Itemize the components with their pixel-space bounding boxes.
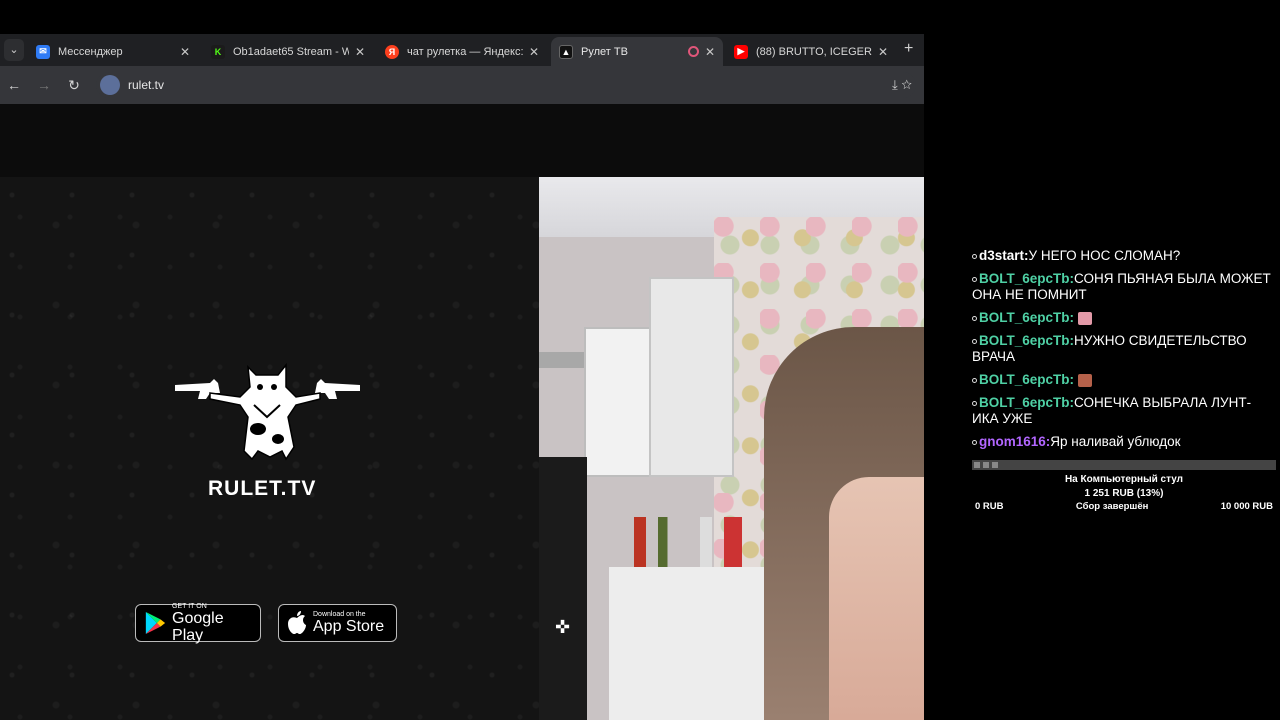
donation-min: 0 RUB (975, 501, 1004, 512)
address-bar[interactable]: rulet.tv ⤓ ☆ (96, 72, 916, 98)
bullet-icon (972, 315, 977, 321)
bullet-icon (972, 253, 977, 259)
donation-bar-icon (983, 462, 989, 468)
app-store-big-text: App Store (313, 618, 385, 635)
chat-message: gnom1616:Яр наливай ублюдок (972, 434, 1276, 450)
kick-icon: K (211, 44, 225, 59)
google-play-big-text: Google Play (172, 609, 224, 644)
chat-username: gnom1616: (979, 434, 1051, 449)
donation-max: 10 000 RUB (1220, 501, 1273, 512)
app-store-small-text: Download on the (313, 611, 366, 618)
new-tab-button[interactable]: + (904, 40, 913, 58)
close-icon[interactable]: ✕ (878, 45, 888, 59)
move-cross-icon[interactable]: ✜ (555, 617, 570, 638)
tab-youtube[interactable]: ▶ (88) BRUTTO, ICEGERGER ✕ (726, 37, 896, 66)
back-icon[interactable]: ← (4, 75, 24, 95)
partner-video-feed (539, 177, 924, 720)
bullet-icon (972, 276, 977, 282)
rulet-logo: RULET.TV (170, 357, 365, 507)
chat-username: BOLT_6ерсТb: (979, 271, 1075, 286)
chat-message: BOLT_6ерсТb: (972, 372, 1276, 388)
chat-message: BOLT_6ерсТb:СОНЯ ПЬЯНАЯ БЫЛА МОЖЕТ ОНА Н… (972, 271, 1276, 303)
browser-toolbar: ← → ↻ rulet.tv ⤓ ☆ (0, 66, 924, 104)
bullet-icon (972, 377, 977, 383)
close-icon[interactable]: ✕ (529, 45, 539, 59)
tab-title: Рулет ТВ (581, 45, 628, 58)
google-play-button[interactable]: GET IT ON Google Play (135, 602, 261, 644)
page-header-area (0, 104, 924, 177)
tab-title: (88) BRUTTO, ICEGERGER (756, 45, 872, 58)
video-person (829, 477, 924, 720)
donation-title: На Компьютерный стул (1064, 474, 1184, 485)
chat-message: BOLT_6ерсТb: (972, 310, 1276, 326)
tab-rulet[interactable]: ▲ Рулет ТВ ✕ (551, 37, 723, 66)
tab-title: Ob1adaet65 Stream - Wa (233, 45, 349, 58)
close-icon[interactable]: ✕ (355, 45, 365, 59)
yandex-icon: Я (385, 44, 399, 59)
donation-range: 0 RUB Сбор завершён 10 000 RUB (972, 501, 1276, 512)
browser-window: ⌄ ✉ Мессенджер ✕ K Ob1adaet65 Stream - W… (0, 34, 924, 720)
pink-emote-icon (1077, 311, 1092, 325)
chat-text: Яр наливай ублюдок (1050, 434, 1181, 449)
tab-title: чат рулетка — Яндекс: н (407, 45, 523, 58)
screen: ⌄ ✉ Мессенджер ✕ K Ob1adaet65 Stream - W… (0, 0, 1280, 720)
tab-kick-stream[interactable]: K Ob1adaet65 Stream - Wa ✕ (203, 37, 373, 66)
bullet-icon (972, 338, 977, 344)
cat-with-guns-icon (175, 362, 360, 461)
chat-text: У НЕГО НОС СЛОМАН? (1028, 248, 1181, 263)
bullet-icon (972, 400, 977, 406)
url-text: rulet.tv (128, 78, 165, 92)
close-icon[interactable]: ✕ (180, 45, 190, 59)
tab-title: Мессенджер (58, 45, 123, 58)
tab-messenger[interactable]: ✉ Мессенджер ✕ (28, 37, 198, 66)
chat-username: d3start: (979, 248, 1029, 263)
chat-username: BOLT_6ерсТb: (979, 372, 1075, 387)
chat-message: BOLT_6ерсТb:НУЖНО СВИДЕТЕЛЬСТВО ВРАЧА (972, 333, 1276, 365)
tab-search-button[interactable]: ⌄ (4, 39, 24, 61)
chat-username: BOLT_6ерсТb: (979, 395, 1075, 410)
youtube-icon: ▶ (734, 44, 748, 59)
donation-status: Сбор завершён (1075, 501, 1149, 512)
page-content: RULET.TV GET IT ON Google Play Download … (0, 104, 924, 720)
donation-progress-bar (972, 460, 1276, 470)
video-shelf (649, 277, 734, 477)
logo-text: RULET.TV (208, 477, 317, 500)
video-counter (609, 567, 769, 720)
app-store-button[interactable]: Download on the App Store (278, 604, 397, 642)
stream-chat-overlay: d3start:У НЕГО НОС СЛОМАН? BOLT_6ерсТb:С… (972, 248, 1276, 457)
google-play-icon (145, 611, 166, 635)
tab-strip: ⌄ ✉ Мессенджер ✕ K Ob1adaet65 Stream - W… (0, 34, 924, 66)
promo-panel: RULET.TV GET IT ON Google Play Download … (0, 177, 539, 720)
tab-yandex[interactable]: Я чат рулетка — Яндекс: н ✕ (377, 37, 547, 66)
brown-emote-icon (1077, 373, 1092, 387)
bookmark-star-icon[interactable]: ⤓ ☆ (892, 77, 912, 93)
video-shadow (539, 457, 587, 720)
forward-icon[interactable]: → (34, 75, 54, 95)
donation-goal-widget: На Компьютерный стул 1 251 RUB (13%) 0 R… (972, 460, 1276, 512)
donation-bar-icon (974, 462, 980, 468)
google-play-small-text: GET IT ON (172, 602, 207, 610)
apple-icon (288, 611, 306, 634)
messenger-icon: ✉ (36, 44, 50, 59)
chat-username: BOLT_6ерсТb: (979, 310, 1075, 325)
rulet-icon: ▲ (559, 44, 573, 59)
chat-username: BOLT_6ерсТb: (979, 333, 1075, 348)
chat-message: d3start:У НЕГО НОС СЛОМАН? (972, 248, 1276, 264)
close-icon[interactable]: ✕ (705, 45, 715, 59)
reload-icon[interactable]: ↻ (64, 75, 84, 95)
chat-message: BOLT_6ерсТb:СОНЕЧКА ВЫБРАЛА ЛУНТ-ИКА УЖЕ (972, 395, 1276, 427)
donation-bar-icon (992, 462, 998, 468)
recording-icon (687, 46, 699, 57)
bullet-icon (972, 439, 977, 445)
site-info-icon[interactable] (100, 75, 120, 95)
donation-amount: 1 251 RUB (13%) (1084, 488, 1164, 499)
